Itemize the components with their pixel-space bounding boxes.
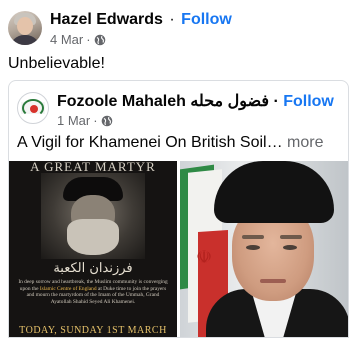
post-meta: 4 Mar · [50,32,106,47]
post-text: Unbelievable! [8,55,105,72]
portrait-photo-image[interactable]: ☫ [180,161,348,337]
follow-button[interactable]: Follow [181,11,232,28]
shared-post-text: A Vigil for Khamenei On British Soil… mo… [17,134,324,152]
meta-separator: · [93,113,98,128]
flag-emblem-icon: ☫ [196,247,213,267]
shared-author-line: Fozoole Mahaleh فضول محله · Follow [57,91,334,111]
globe-icon [94,34,105,45]
photo-grid: A GREAT MARTYR فرزندان الكعبة In deep so… [9,161,348,337]
globe-icon [101,115,112,126]
poster-body: In deep sorrow and heartbreak, the Musli… [18,279,168,305]
post-header: Hazel Edwards · Follow 4 Mar · [8,9,353,49]
shared-follow-button[interactable]: Follow [283,93,334,110]
separator-dot: · [273,93,279,110]
shared-post-header: Fozoole Mahaleh فضول محله · Follow 1 Mar… [17,89,347,129]
poster-date: TODAY, SUNDAY 1ST MARCH [19,325,167,336]
shared-post-date[interactable]: 1 Mar [57,113,90,128]
post-date[interactable]: 4 Mar [50,32,83,47]
avatar[interactable] [8,11,42,45]
page-logo[interactable] [17,92,49,124]
poster-venue: Islamic Centre of England [39,285,97,292]
post-author-line: Hazel Edwards · Follow [50,11,232,29]
see-more-link[interactable]: more [283,134,323,151]
shared-post-meta: 1 Mar · [57,113,113,128]
shared-post[interactable]: Fozoole Mahaleh فضول محله · Follow 1 Mar… [8,80,349,338]
poster-calligraphy: فرزندان الكعبة [53,261,133,276]
meta-separator: · [86,32,91,47]
shared-author-name[interactable]: Fozoole Mahaleh فضول محله [57,93,269,110]
shared-post-body: A Vigil for Khamenei On British Soil… [17,134,283,151]
author-name[interactable]: Hazel Edwards [50,11,163,28]
separator-dot: · [169,11,175,28]
memorial-poster-image[interactable]: A GREAT MARTYR فرزندان الكعبة In deep so… [9,161,177,337]
